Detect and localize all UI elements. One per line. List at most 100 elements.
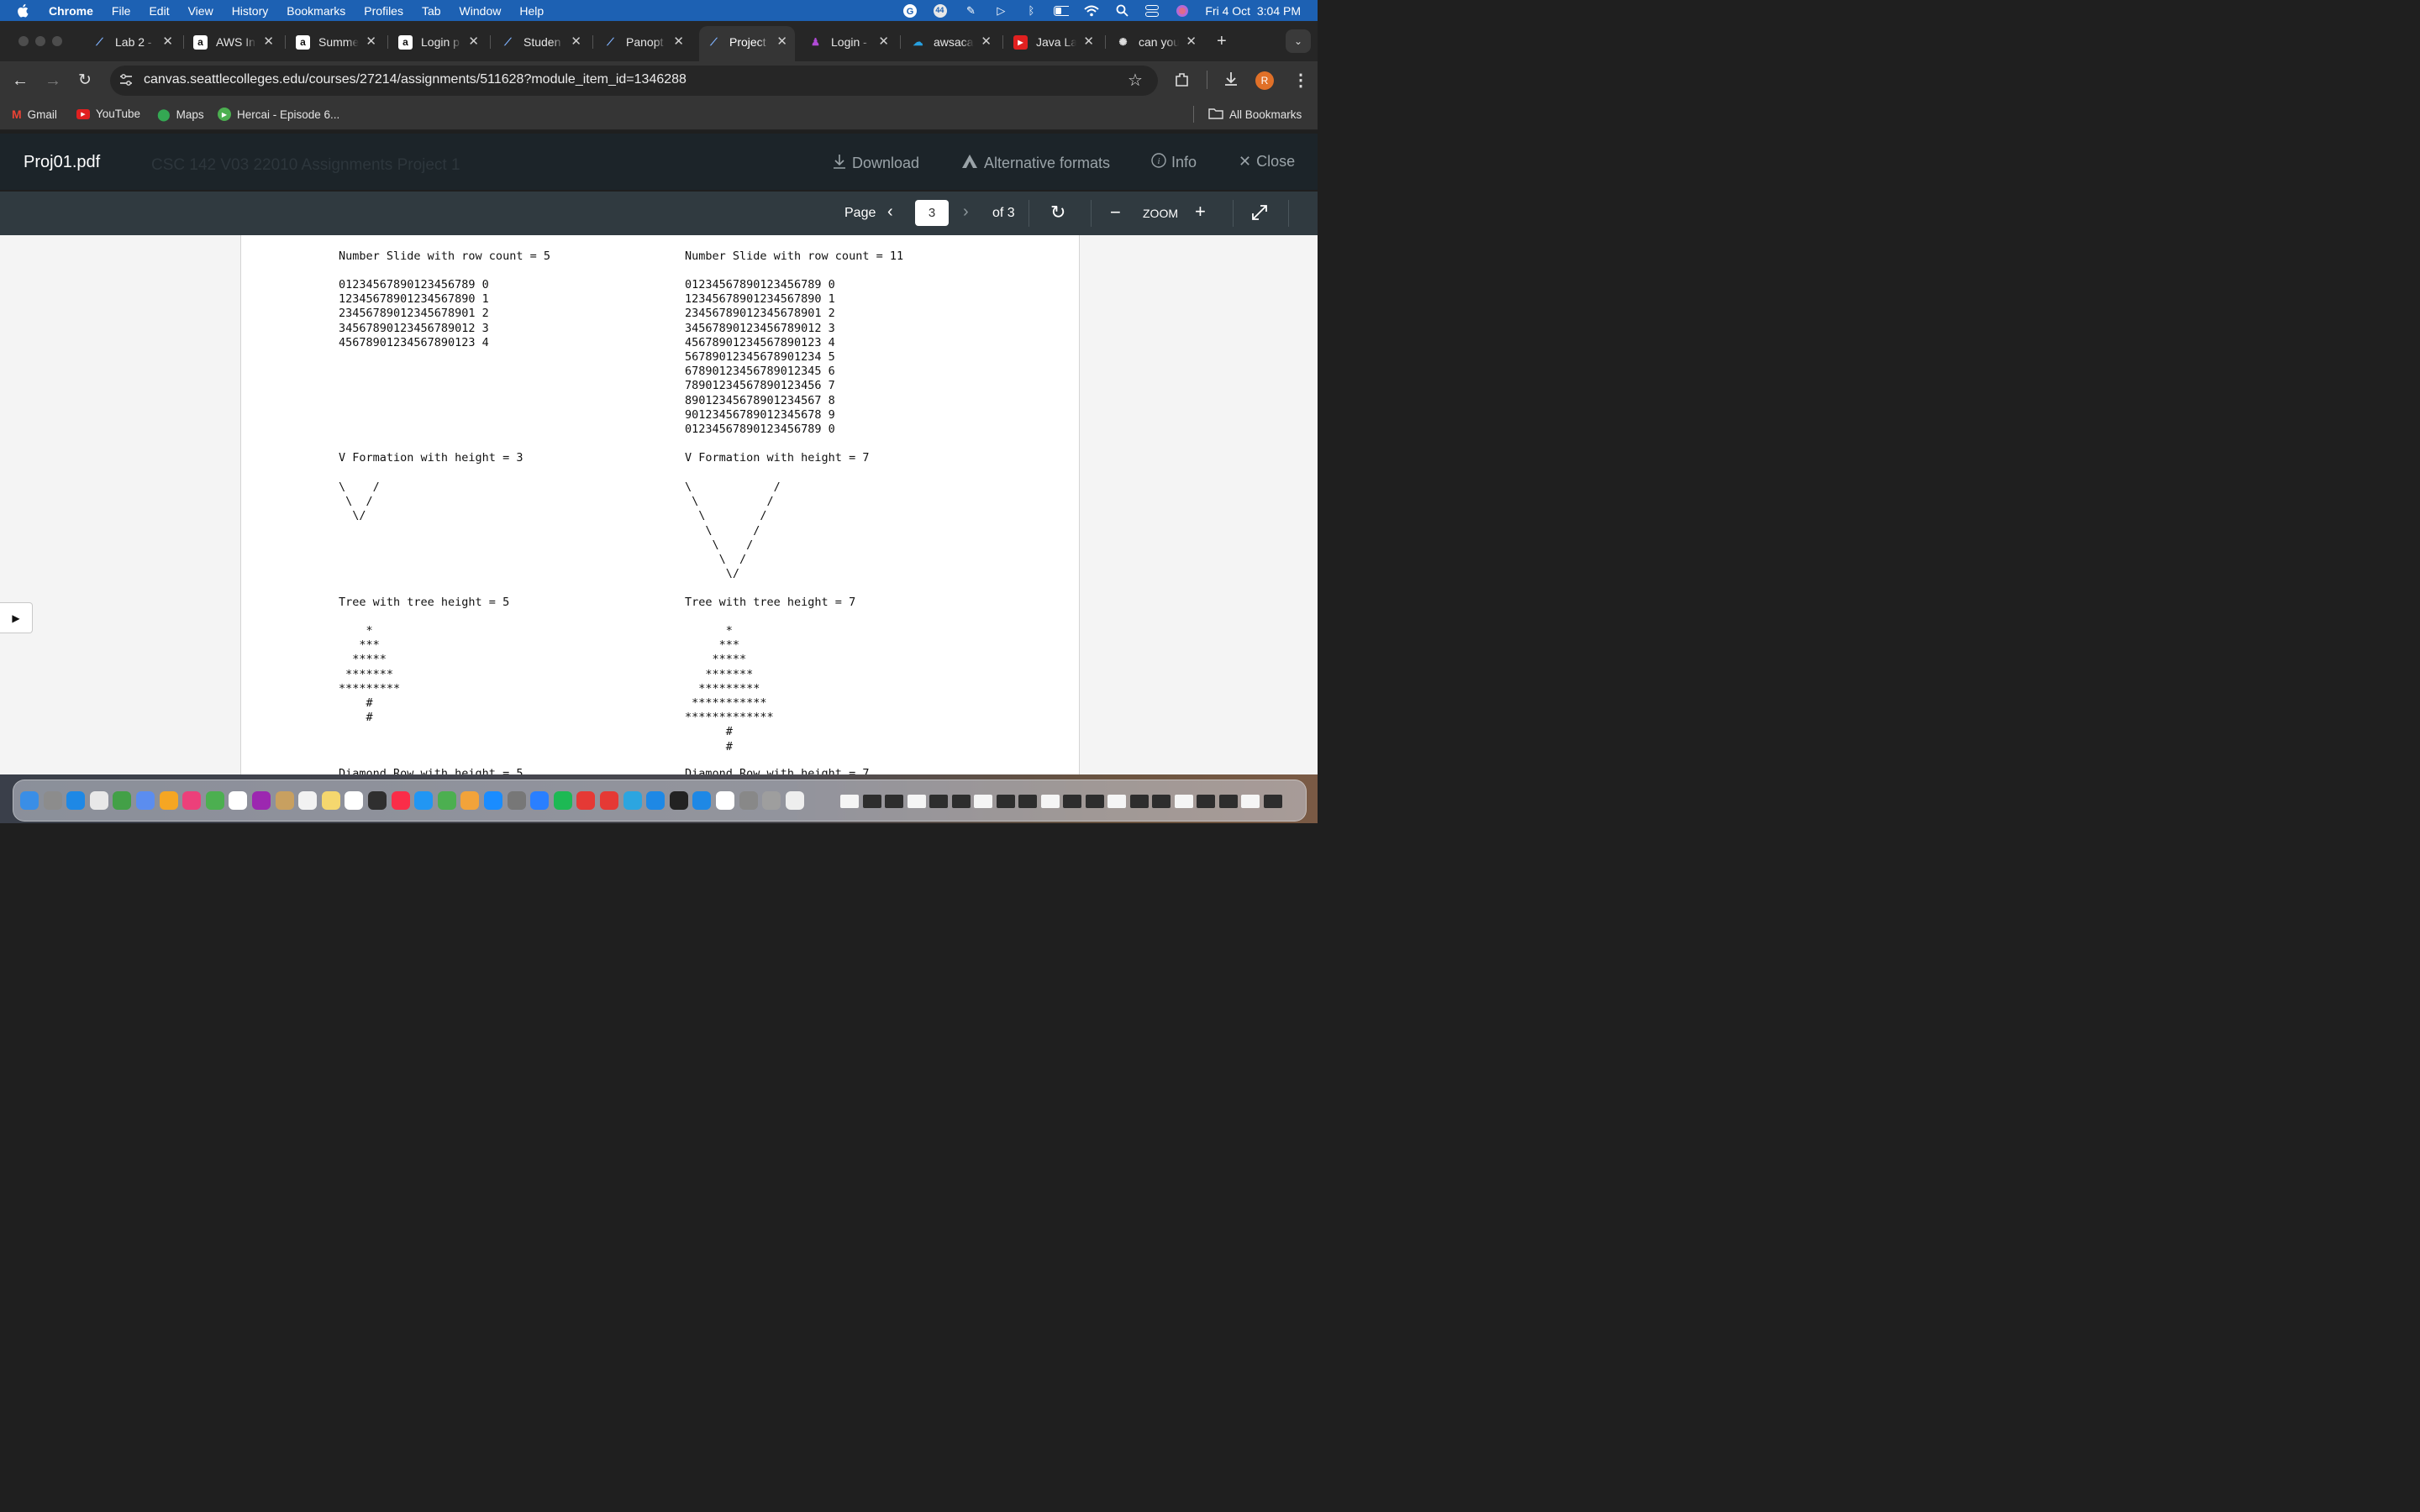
- dock-app-icon[interactable]: [530, 791, 550, 810]
- dock-app-icon[interactable]: [414, 791, 434, 810]
- dock-window-thumbnail[interactable]: [1018, 795, 1037, 808]
- zoom-out-icon[interactable]: −: [1110, 202, 1121, 223]
- dock-app-icon[interactable]: [600, 791, 618, 810]
- dock-app-icon[interactable]: [113, 791, 132, 810]
- dock-app-icon[interactable]: [229, 791, 248, 810]
- window-minimize-button[interactable]: [35, 36, 45, 46]
- dock-window-thumbnail[interactable]: [862, 795, 881, 808]
- close-icon[interactable]: ✕: [162, 34, 173, 49]
- dock-window-thumbnail[interactable]: [907, 795, 926, 808]
- dock-app-icon[interactable]: [321, 791, 340, 810]
- dock-app-icon[interactable]: [298, 791, 318, 810]
- dock-app-icon[interactable]: [345, 791, 364, 810]
- wifi-icon[interactable]: [1084, 3, 1100, 18]
- dock-app-icon[interactable]: [669, 791, 688, 810]
- menu-file[interactable]: File: [112, 4, 131, 18]
- tab-java-lab[interactable]: ▶ Java La ✕: [1013, 31, 1094, 53]
- dock-app-icon[interactable]: [368, 791, 387, 810]
- dock-window-thumbnail[interactable]: [996, 795, 1015, 808]
- notification-badge-icon[interactable]: 44: [933, 3, 948, 18]
- fullscreen-icon[interactable]: [1250, 203, 1269, 226]
- next-page-icon[interactable]: ›: [963, 202, 969, 222]
- dock-app-icon[interactable]: [623, 791, 642, 810]
- forward-arrow-icon[interactable]: →: [45, 71, 61, 91]
- window-close-button[interactable]: [18, 36, 29, 46]
- dock-app-icon[interactable]: [716, 791, 734, 810]
- url-text[interactable]: canvas.seattlecolleges.edu/courses/27214…: [144, 72, 687, 87]
- dock-app-icon[interactable]: [785, 791, 804, 810]
- dock-app-icon[interactable]: [762, 791, 781, 810]
- siri-icon[interactable]: [1175, 3, 1190, 18]
- dock-window-thumbnail[interactable]: [1174, 795, 1193, 808]
- close-icon[interactable]: ✕: [468, 34, 479, 49]
- bookmark-star-icon[interactable]: ☆: [1128, 70, 1143, 91]
- tab-lab-2[interactable]: ⟋ Lab 2 - ✕: [92, 31, 173, 53]
- dock-window-thumbnail[interactable]: [1063, 795, 1081, 808]
- dock-window-thumbnail[interactable]: [1197, 795, 1215, 808]
- dock-app-icon[interactable]: [553, 791, 572, 810]
- dock-app-icon[interactable]: [182, 791, 202, 810]
- dock-window-thumbnail[interactable]: [1085, 795, 1104, 808]
- script-icon[interactable]: ✎: [963, 3, 978, 18]
- close-icon[interactable]: ✕: [981, 34, 992, 49]
- close-icon[interactable]: ✕: [878, 34, 889, 49]
- bookmark-maps[interactable]: ⬤ Maps: [157, 108, 204, 122]
- dock-app-icon[interactable]: [275, 791, 294, 810]
- grammarly-icon[interactable]: G: [902, 3, 918, 18]
- menu-bookmarks[interactable]: Bookmarks: [287, 4, 345, 18]
- menu-window[interactable]: Window: [460, 4, 502, 18]
- dock-app-icon[interactable]: [484, 791, 502, 810]
- dock-app-icon[interactable]: [646, 791, 666, 810]
- bookmark-hercai[interactable]: ▶ Hercai - Episode 6...: [218, 108, 339, 121]
- dock-app-icon[interactable]: [576, 791, 596, 810]
- battery-icon[interactable]: [1054, 3, 1070, 18]
- dock-window-thumbnail[interactable]: [1263, 795, 1282, 808]
- dock-app-icon[interactable]: [739, 791, 758, 810]
- page-number-input[interactable]: 3: [915, 200, 949, 226]
- dock-window-thumbnail[interactable]: [974, 795, 992, 808]
- apple-menu-icon[interactable]: [17, 3, 35, 18]
- dock-app-icon[interactable]: [437, 791, 456, 810]
- window-zoom-button[interactable]: [52, 36, 62, 46]
- tab-login[interactable]: ♟ Login - ✕: [808, 31, 889, 53]
- dock-app-icon[interactable]: [66, 791, 86, 810]
- tab-can-you[interactable]: ✺ can you ✕: [1116, 31, 1197, 53]
- all-bookmarks[interactable]: All Bookmarks: [1208, 108, 1302, 122]
- dock-window-thumbnail[interactable]: [951, 795, 971, 808]
- bookmark-youtube[interactable]: ▶ YouTube: [76, 108, 140, 120]
- dock-window-thumbnail[interactable]: [1129, 795, 1149, 808]
- dock-window-thumbnail[interactable]: [1152, 795, 1171, 808]
- alternative-formats-button[interactable]: Alternative formats: [960, 153, 1110, 174]
- menu-app-chrome[interactable]: Chrome: [49, 4, 93, 18]
- dock-app-icon[interactable]: [43, 791, 62, 810]
- dock-app-icon[interactable]: [159, 791, 178, 810]
- reload-icon[interactable]: ↻: [78, 71, 92, 90]
- close-icon[interactable]: ✕: [1186, 34, 1197, 49]
- control-center-icon[interactable]: [1144, 3, 1160, 18]
- new-tab-button[interactable]: +: [1217, 32, 1227, 51]
- tab-search-button[interactable]: ⌄: [1286, 29, 1311, 53]
- close-icon[interactable]: ✕: [366, 34, 376, 49]
- dock-window-thumbnail[interactable]: [885, 795, 903, 808]
- extensions-icon[interactable]: [1174, 71, 1191, 92]
- dock-app-icon[interactable]: [20, 791, 39, 810]
- bluetooth-icon[interactable]: ᛒ: [1023, 3, 1039, 18]
- rotate-icon[interactable]: ↻: [1050, 202, 1065, 223]
- tab-student[interactable]: ⟋ Studen ✕: [501, 31, 581, 53]
- menu-history[interactable]: History: [232, 4, 269, 18]
- dock-app-icon[interactable]: [460, 791, 480, 810]
- menu-view[interactable]: View: [188, 4, 213, 18]
- dock-app-icon[interactable]: [205, 791, 224, 810]
- dock-app-icon[interactable]: [252, 791, 271, 810]
- tab-project-active[interactable]: ⟋ Project ✕: [707, 31, 787, 53]
- menu-tab[interactable]: Tab: [422, 4, 441, 18]
- dock-window-thumbnail[interactable]: [929, 795, 948, 808]
- sidebar-toggle-button[interactable]: ▶: [0, 602, 33, 633]
- dock-app-icon[interactable]: [391, 791, 410, 810]
- tab-summer[interactable]: a Summe ✕: [296, 31, 376, 53]
- previous-page-icon[interactable]: ‹: [887, 202, 893, 222]
- bookmark-gmail[interactable]: M Gmail: [12, 108, 57, 121]
- profile-avatar[interactable]: R: [1255, 71, 1274, 90]
- close-icon[interactable]: ✕: [571, 34, 581, 49]
- dock-window-thumbnail[interactable]: [1241, 795, 1260, 808]
